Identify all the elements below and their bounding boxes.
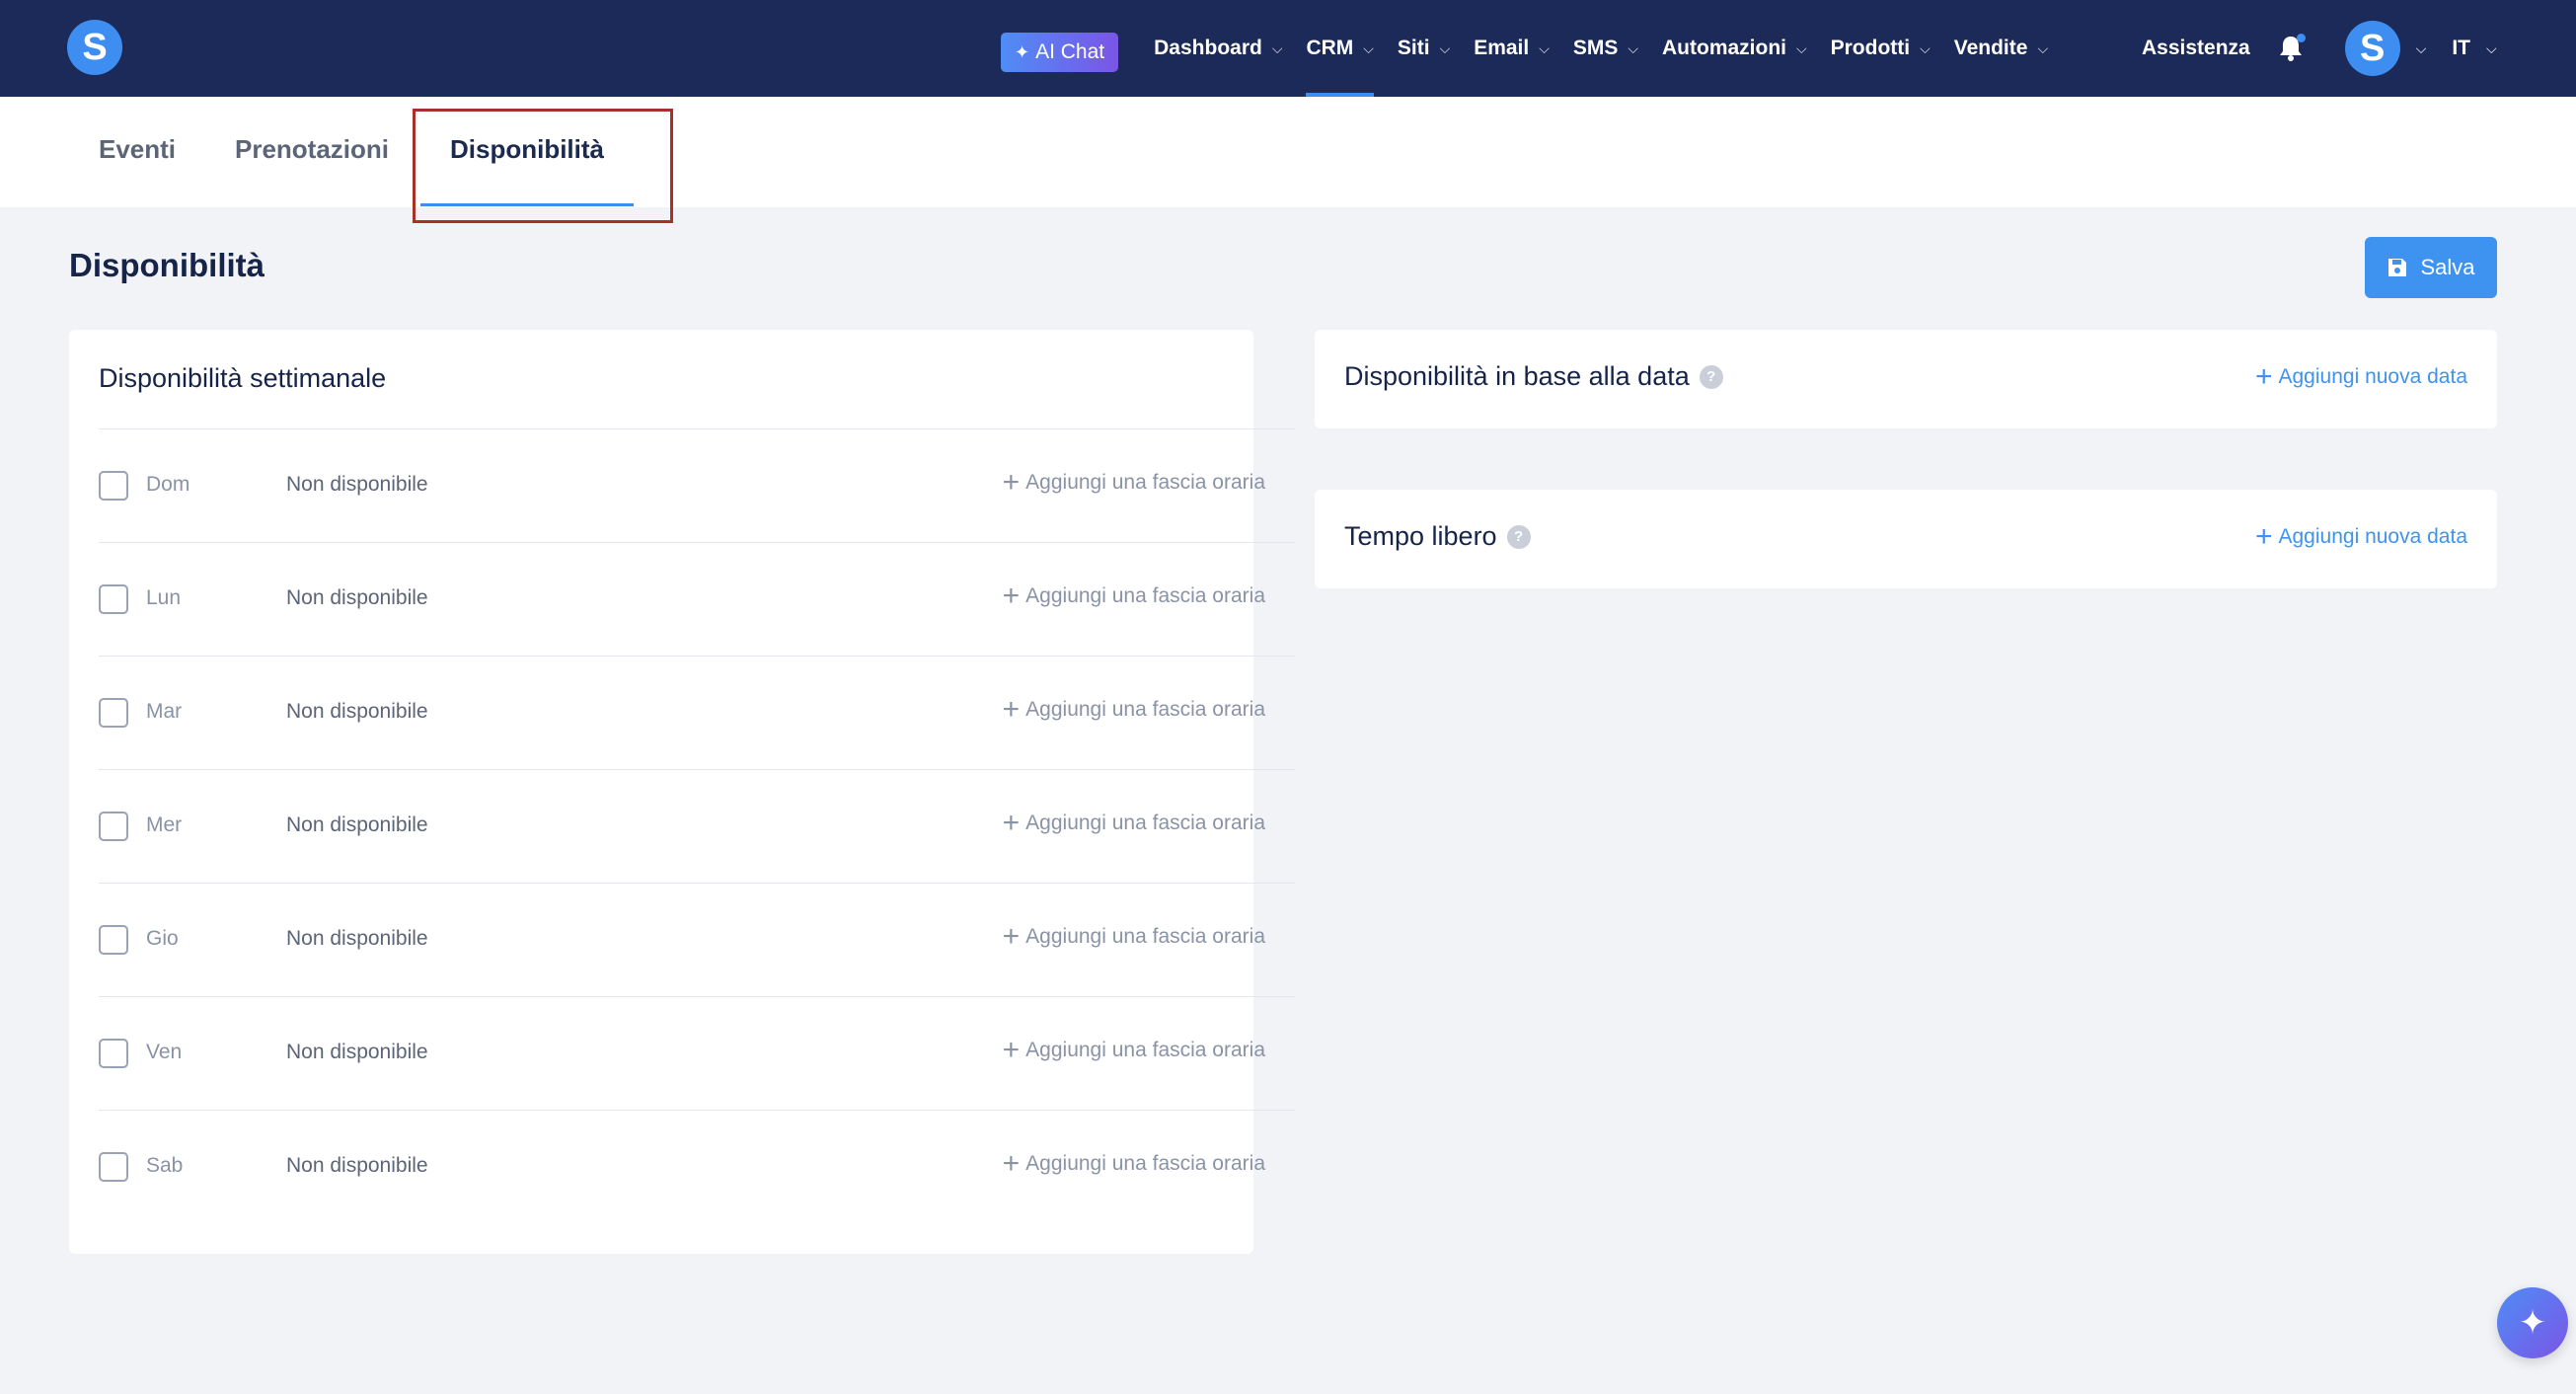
day-label: Lun [146,586,182,609]
weekly-availability-card: Disponibilità settimanale Dom Non dispon… [69,330,1295,1254]
day-checkbox[interactable] [99,471,128,501]
chevron-down-icon: ⌵ [1439,39,1451,56]
nav-item-crm[interactable]: CRM ⌵ [1294,0,1385,97]
plus-icon: + [1002,807,1021,839]
day-status: Non disponibile [286,473,428,496]
page-title: Disponibilità [69,247,265,283]
plus-icon: + [1002,1034,1021,1066]
chevron-down-icon: ⌵ [1271,39,1283,56]
help-icon[interactable]: ? [1506,524,1531,549]
day-label: Gio [146,927,179,950]
day-label: Ven [146,1041,183,1063]
save-icon [2388,259,2407,276]
weekly-availability-title: Disponibilità settimanale [99,363,387,393]
tab-highlight-box [413,109,673,223]
tab-eventi[interactable]: Eventi [99,134,176,165]
user-avatar[interactable]: S [2344,21,2400,76]
day-status: Non disponibile [286,1154,428,1177]
chevron-down-icon: ⌵ [1628,39,1638,56]
ai-chat-button[interactable]: ✦ AI Chat [1001,33,1119,72]
nav-item-vendite[interactable]: Vendite ⌵ [1942,0,2060,97]
day-checkbox[interactable] [99,1152,128,1182]
day-checkbox[interactable] [99,698,128,728]
nav-right-group: Assistenza S ⌵ IT ⌵ [2142,0,2497,97]
day-status: Non disponibile [286,586,428,609]
day-label: Dom [146,473,190,496]
day-row: Mar Non disponibile + Aggiungi una fascia… [99,656,1295,769]
app-logo[interactable]: S [67,20,122,75]
day-row: Lun Non disponibile + Aggiungi una fascia… [99,542,1295,656]
sparkle-icon: ✦ [1015,41,1030,62]
chevron-down-icon: ⌵ [1796,39,1807,56]
tab-prenotazioni[interactable]: Prenotazioni [235,134,389,165]
chevron-down-icon[interactable]: ⌵ [2416,40,2427,57]
sparkle-icon: ✦ [2518,1304,2547,1342]
nav-item-sms[interactable]: SMS ⌵ [1561,0,1650,97]
add-time-slot-button[interactable]: + Aggiungi una fascia oraria [1002,693,1265,726]
ai-assistant-fab[interactable]: ✦ [2497,1287,2568,1358]
day-checkbox[interactable] [99,812,128,841]
date-availability-title: Disponibilità in base alla data ? [1344,361,1723,392]
plus-icon: + [2254,360,2273,393]
chevron-down-icon: ⌵ [1539,39,1550,56]
add-time-slot-button[interactable]: + Aggiungi una fascia oraria [1002,580,1265,612]
sub-tab-bar: Eventi Prenotazioni Disponibilità [0,97,2576,207]
chevron-down-icon: ⌵ [1363,39,1374,56]
nav-item-automazioni[interactable]: Automazioni ⌵ [1650,0,1819,97]
add-new-date-button[interactable]: + Aggiungi nuova data [2254,360,2467,393]
day-label: Mar [146,700,183,723]
day-status: Non disponibile [286,927,428,950]
add-time-slot-button[interactable]: + Aggiungi una fascia oraria [1002,807,1265,839]
day-status: Non disponibile [286,813,428,836]
chevron-down-icon: ⌵ [2037,39,2049,56]
day-checkbox[interactable] [99,584,128,614]
add-time-slot-button[interactable]: + Aggiungi una fascia oraria [1002,1034,1265,1066]
plus-icon: + [1002,920,1021,953]
chevron-down-icon[interactable]: ⌵ [2486,40,2497,57]
day-status: Non disponibile [286,700,428,723]
main-nav: ✦ AI Chat Dashboard ⌵ CRM ⌵ Siti ⌵ Email ⌵ S… [1001,0,2060,97]
plus-icon: + [1002,693,1021,726]
day-row: Gio Non disponibile + Aggiungi una fascia… [99,883,1295,996]
day-row: Sab Non disponibile + Aggiungi una fascia… [99,1110,1295,1223]
free-time-card: Tempo libero ? + Aggiungi nuova data [1315,490,2497,588]
add-new-date-button[interactable]: + Aggiungi nuova data [2254,520,2467,553]
free-time-title: Tempo libero ? [1344,521,1531,552]
add-time-slot-button[interactable]: + Aggiungi una fascia oraria [1002,466,1265,499]
day-row: Dom Non disponibile + Aggiungi una fascia… [99,428,1295,542]
save-button[interactable]: Salva [2365,237,2497,298]
day-label: Mer [146,813,183,836]
top-navbar: S ✦ AI Chat Dashboard ⌵ CRM ⌵ Siti ⌵ Email ⌵… [0,0,2576,97]
day-checkbox[interactable] [99,1039,128,1068]
nav-item-email[interactable]: Email ⌵ [1462,0,1561,97]
add-time-slot-button[interactable]: + Aggiungi una fascia oraria [1002,1147,1265,1180]
add-time-slot-button[interactable]: + Aggiungi una fascia oraria [1002,920,1265,953]
day-row: Mer Non disponibile + Aggiungi una fascia… [99,769,1295,883]
day-status: Non disponibile [286,1041,428,1063]
nav-item-dashboard[interactable]: Dashboard ⌵ [1142,0,1294,97]
notification-dot [2296,34,2306,42]
bell-icon[interactable] [2276,34,2306,63]
plus-icon: + [2254,520,2273,553]
language-selector[interactable]: IT [2452,37,2470,60]
help-link[interactable]: Assistenza [2142,37,2250,60]
plus-icon: + [1002,580,1021,612]
day-label: Sab [146,1154,184,1177]
date-availability-card: Disponibilità in base alla data ? + Aggiu… [1315,330,2497,428]
day-checkbox[interactable] [99,925,128,955]
nav-item-prodotti[interactable]: Prodotti ⌵ [1819,0,1942,97]
help-icon[interactable]: ? [1699,364,1723,389]
plus-icon: + [1002,1147,1021,1180]
chevron-down-icon: ⌵ [1920,39,1931,56]
day-row: Ven Non disponibile + Aggiungi una fascia… [99,996,1295,1110]
nav-item-siti[interactable]: Siti ⌵ [1386,0,1462,97]
plus-icon: + [1002,466,1021,499]
